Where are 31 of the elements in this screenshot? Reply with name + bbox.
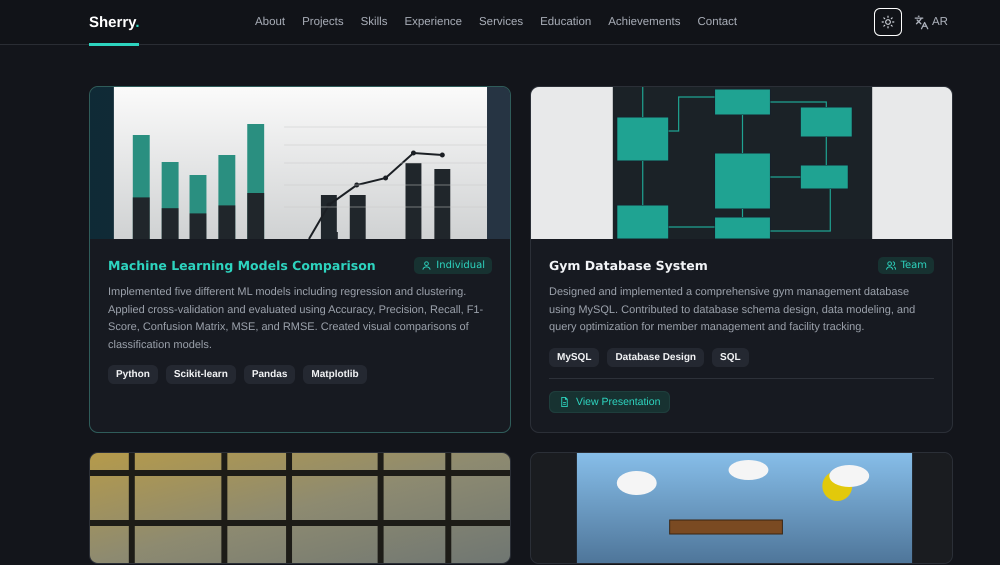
- project-description: Implemented five different ML models including regression and clustering. Applied cross-validation and evaluated using Accuracy, Precision, Recall, F1-Score, Confusion Matrix, MSE, and RMSE. Created visual comparisons of classification models.: [108, 285, 484, 352]
- nav-link[interactable]: Skills: [360, 16, 388, 28]
- project-description: Designed and implemented a comprehensive gym management database using MySQL. Contributed to database schema design, data modeling, and query optimization for member management and facility tracking.: [549, 285, 916, 335]
- project-type-badge: Team: [878, 257, 934, 274]
- logo-underline: [89, 42, 139, 46]
- sun-icon: [881, 15, 896, 29]
- project-title: Machine Learning Models Comparison: [108, 258, 376, 273]
- nav-link[interactable]: Achievements: [608, 16, 680, 28]
- nav-link[interactable]: Services: [479, 16, 524, 28]
- tech-tag: Pandas: [244, 365, 296, 384]
- nav-link[interactable]: Education: [540, 16, 592, 28]
- nav-link[interactable]: Experience: [404, 16, 462, 28]
- nav-link[interactable]: About: [255, 16, 286, 28]
- project-type-badge: Individual: [414, 257, 492, 274]
- language-button[interactable]: AR: [912, 12, 950, 32]
- tech-tag: Scikit-learn: [166, 365, 236, 384]
- nav-link[interactable]: Projects: [302, 16, 344, 28]
- document-icon: [559, 396, 570, 408]
- theme-toggle-button[interactable]: [874, 8, 902, 36]
- tech-tag: SQL: [712, 348, 749, 366]
- people-icon: [884, 260, 897, 271]
- tech-tag: Database Design: [607, 348, 704, 366]
- tech-tag: Matplotlib: [303, 365, 367, 384]
- nav-link[interactable]: Contact: [698, 16, 738, 28]
- tech-tag: MySQL: [549, 348, 600, 366]
- view-presentation-button[interactable]: View Presentation: [549, 390, 670, 412]
- tech-tag: Python: [108, 365, 158, 384]
- project-title: Gym Database System: [549, 258, 708, 273]
- translate-icon: [914, 14, 930, 30]
- person-icon: [421, 260, 432, 271]
- site-logo[interactable]: Sherry.: [89, 14, 140, 30]
